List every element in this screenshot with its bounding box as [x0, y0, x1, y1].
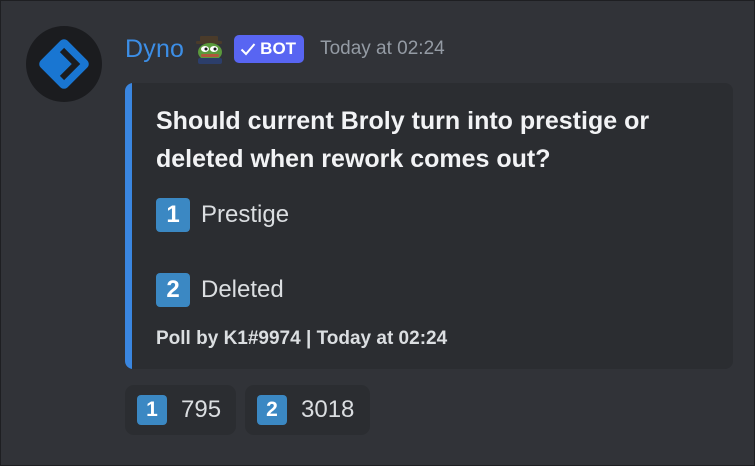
reaction-option-2[interactable]: 2 3018	[245, 385, 370, 435]
poll-option-1: 1 Prestige	[156, 198, 290, 232]
poll-option-2: 2 Deleted	[156, 273, 284, 307]
reaction-option-1[interactable]: 1 795	[125, 385, 236, 435]
author-name[interactable]: Dyno	[125, 35, 184, 64]
reaction-count: 3018	[301, 396, 355, 423]
poll-question: Should current Broly turn into prestige …	[156, 107, 650, 173]
verified-check-icon	[240, 43, 256, 56]
poll-option-label: Deleted	[201, 276, 284, 303]
reaction-count: 795	[181, 396, 222, 423]
poll-embed: Should current Broly turn into prestige …	[125, 83, 733, 369]
keycap-1-icon: 1	[156, 198, 190, 232]
embed-accent-bar	[125, 83, 132, 369]
poll-footer: Poll by K1#9974 | Today at 02:24	[156, 328, 448, 349]
dyno-logo-icon	[39, 39, 89, 89]
pepe-detective-emoji-icon	[196, 36, 223, 64]
bot-badge: BOT	[234, 35, 305, 63]
author-avatar[interactable]	[26, 26, 102, 102]
chat-message-frame: Dyno BOT Today at 02:24 Should current B…	[0, 0, 755, 466]
keycap-2-icon: 2	[257, 395, 287, 425]
message-timestamp[interactable]: Today at 02:24	[320, 38, 445, 60]
poll-option-label: Prestige	[201, 201, 290, 228]
bot-badge-label: BOT	[260, 39, 297, 58]
message-header: Dyno BOT Today at 02:24	[125, 32, 445, 66]
keycap-1-icon: 1	[137, 395, 167, 425]
keycap-2-icon: 2	[156, 273, 190, 307]
